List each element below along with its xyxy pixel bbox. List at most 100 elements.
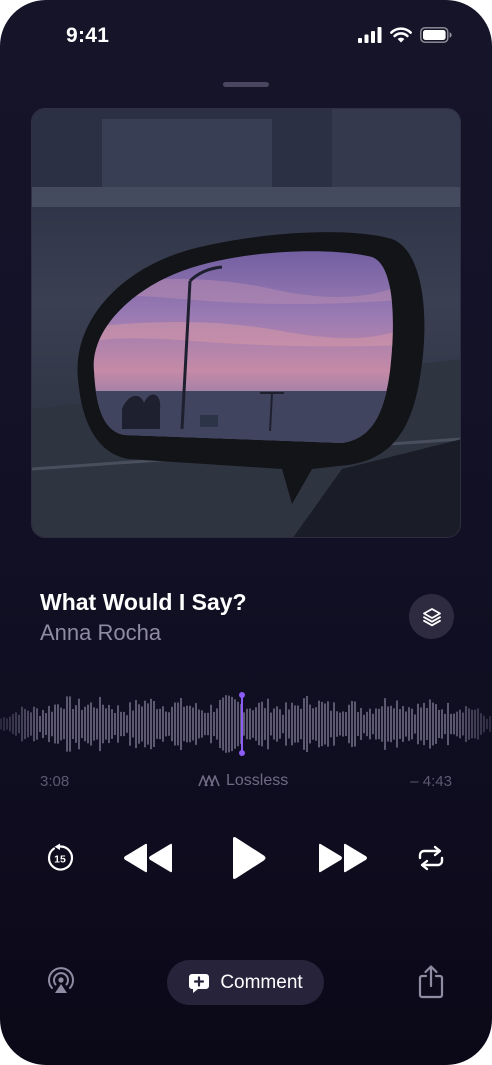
waveform-scrubber[interactable] [0,688,492,760]
skip-back-seconds: 15 [54,854,66,866]
waveform-bar [18,714,20,734]
waveform-bar [402,706,404,742]
waveform-bar [126,715,128,733]
waveform-bar [204,712,206,736]
waveform-bar [354,701,356,747]
skip-back-15-button[interactable]: 15 [44,842,76,874]
waveform-bar [420,707,422,741]
now-playing-screen: 9:41 What Would I Say? Anna Rocha 3:08 L… [0,0,492,1065]
waveform-bar [315,707,317,741]
waveform-bar [327,701,329,747]
waveform-bar [39,715,41,733]
waveform-bar [198,709,200,739]
waveform-bar [246,708,248,740]
waveform-bar [255,707,257,741]
comment-label: Comment [220,971,303,993]
track-title: What Would I Say? [40,589,247,615]
waveform-bar [24,708,26,740]
waveform-bar [399,709,401,739]
rewind-button[interactable] [122,841,174,875]
waveform-bar [138,704,140,744]
sheet-grabber[interactable] [223,82,269,87]
airplay-audio-icon [48,967,74,993]
waveform-bar [66,696,68,752]
status-time: 9:41 [66,24,110,47]
waveform-bar [45,713,47,735]
waveform-bar [27,710,29,738]
repeat-button[interactable] [416,843,446,873]
waveform-bar [102,704,104,744]
waveform-bar [288,709,290,739]
waveform-bar [222,697,224,751]
waveform-bar [294,705,296,743]
waveform-bar [210,704,212,744]
waveform-bar [174,702,176,746]
waveform-bar [483,715,485,733]
waveform-bar [414,714,416,734]
waveform-bar [147,703,149,745]
waveform-bar [72,708,74,740]
waveform-bar [429,699,431,749]
waveform-bar [195,703,197,745]
waveform-bar [261,701,263,747]
waveform-bar [258,702,260,746]
waveform-bar [489,716,491,732]
waveform-bar [201,710,203,738]
battery-icon [420,27,452,43]
play-button[interactable] [226,835,270,881]
waveform-bar [111,709,113,739]
waveform-bar [345,711,347,737]
playhead[interactable] [238,692,246,756]
rewind-icon [124,843,172,873]
fast-forward-icon [319,843,367,873]
waveform-bar [411,708,413,740]
waveform-bar [144,700,146,748]
waveform-bar [87,704,89,744]
waveform-bar [285,702,287,746]
waveform-bar [405,711,407,737]
remaining-time: – 4:43 [410,773,452,790]
waveform-bar [306,695,308,753]
waveform-bar [417,703,419,745]
time-row: 3:08 Lossless – 4:43 [40,772,452,793]
waveform-bar [150,698,152,750]
waveform-bar [0,718,2,730]
waveform-bar [303,698,305,750]
waveform-bar [378,708,380,740]
waveform-bar [459,709,461,739]
layers-button[interactable] [409,594,454,639]
album-artwork [31,108,461,538]
fast-forward-button[interactable] [317,841,369,875]
share-button[interactable] [414,964,448,1000]
waveform-bar [135,699,137,749]
comment-button[interactable]: Comment [167,960,324,1005]
track-artist[interactable]: Anna Rocha [40,620,161,646]
waveform-bar [141,706,143,742]
waveform-bar [42,709,44,739]
waveform-bar [216,708,218,740]
waveform-bar [231,696,233,752]
waveform-bar [438,709,440,739]
waveform-bar [324,703,326,745]
waveform-bar [156,709,158,739]
waveform-bar [114,712,116,736]
airplay-button[interactable] [44,964,78,998]
lossless-badge[interactable]: Lossless [198,772,288,790]
waveform-bar [33,706,35,742]
waveform-bar [351,701,353,747]
waveform-bar [78,698,80,750]
waveform-bar [183,706,185,742]
waveform-bar [6,718,8,730]
waveform-bar [291,702,293,746]
waveform-bar [180,697,182,751]
waveform-bar [36,708,38,740]
waveform-bar [390,705,392,743]
waveform-bar [120,711,122,737]
waveform-bar [426,707,428,741]
waveform-bar [474,709,476,739]
waveform-bar [318,700,320,748]
waveform-bar [75,705,77,743]
waveform-bar [63,708,65,740]
elapsed-time: 3:08 [40,773,70,790]
waveform-bar [159,708,161,740]
